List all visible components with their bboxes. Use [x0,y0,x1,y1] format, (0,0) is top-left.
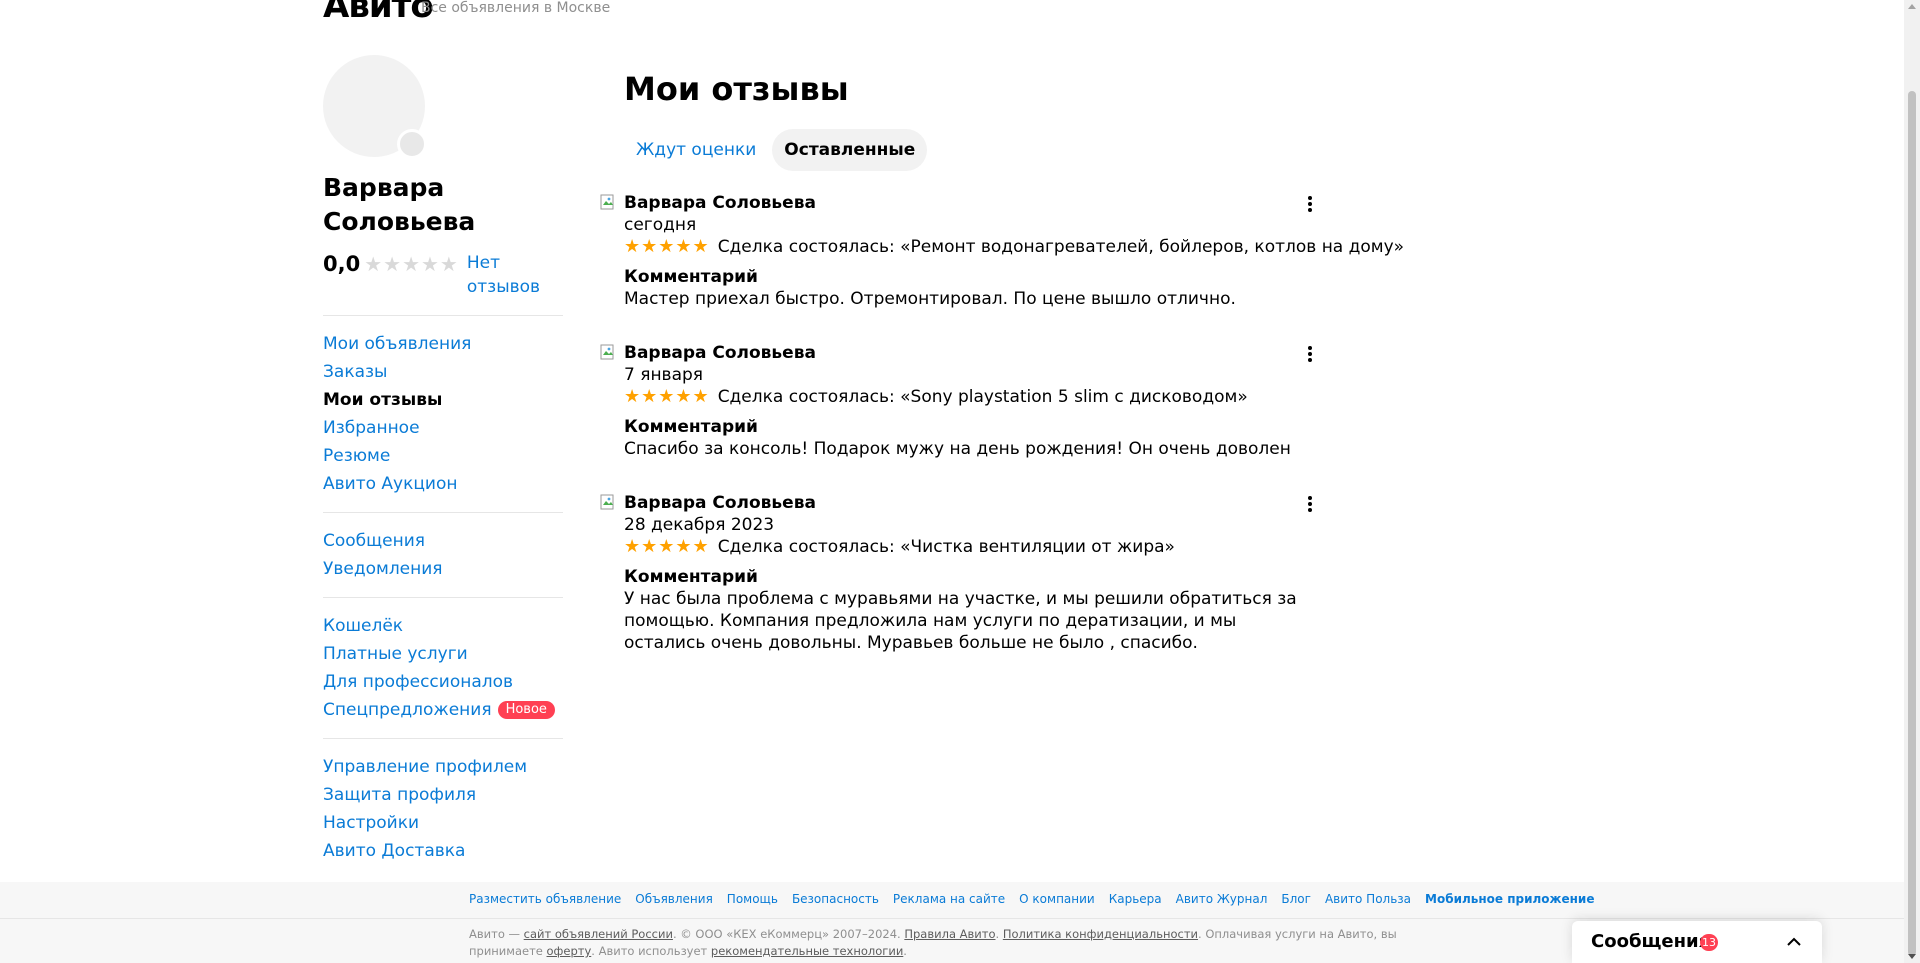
rating-stars-icon: ★★★★★ [624,236,710,257]
no-reviews-link[interactable]: Нет отзывов [467,251,547,299]
legal-text: Авито — [469,927,524,941]
review-deal-row: ★★★★★ Сделка состоялась: «Чистка вентиля… [624,536,1175,558]
nav-group-finance: Кошелёк Платные услуги Для профессионало… [323,597,563,724]
messenger-label: Сообщения [1591,931,1711,952]
review-author[interactable]: Варвара Соловьева [624,492,816,514]
review-author[interactable]: Варвара Соловьева [624,342,816,364]
header-logo[interactable]: Авито Все объявления в Москве [323,0,610,26]
header-location[interactable]: Все объявления в Москве [421,0,610,16]
more-options-icon[interactable] [1302,494,1318,514]
review-date: сегодня [624,215,697,235]
legal-text: . [995,927,1003,941]
sidebar-item-paid-services[interactable]: Платные услуги [323,640,563,668]
avatar[interactable] [323,55,427,159]
footer-link-ads[interactable]: Объявления [635,892,713,906]
rating-stars-icon: ★★★★★ [624,386,710,407]
sidebar-item-auction[interactable]: Авито Аукцион [323,470,563,498]
tab-awaiting[interactable]: Ждут оценки [624,129,768,171]
sidebar-item-my-ads[interactable]: Мои объявления [323,330,563,358]
sidebar-item-settings[interactable]: Настройки [323,809,563,837]
more-options-icon[interactable] [1302,344,1318,364]
review-comment: У нас была проблема с муравьями на участ… [624,589,1297,653]
rating-stars-icon: ★★★★★ [624,536,710,557]
reviews-tabs: Ждут оценки Оставленные [624,129,931,171]
legal-text: . © ООО «КЕХ еКоммерц» 2007–2024. [672,927,905,941]
rating-score: 0,0 [323,252,361,276]
comment-label: Комментарий [624,267,758,287]
legal-text: . [903,944,907,958]
review-deal: Сделка состоялась: «Чистка вентиляции от… [717,537,1175,557]
footer-link-security[interactable]: Безопасность [792,892,879,906]
footer-link-help[interactable]: Помощь [727,892,778,906]
chevron-up-icon[interactable] [1786,934,1802,950]
broken-image-icon [600,494,614,510]
review-deal: Сделка состоялась: «Sony playstation 5 s… [717,387,1248,407]
broken-image-icon [600,344,614,360]
footer-link-mobile-app[interactable]: Мобильное приложение [1425,892,1594,906]
sidebar-item-special-offers[interactable]: Спецпредложения Новое [323,696,563,724]
comment-label: Комментарий [624,567,758,587]
nav-group-main: Мои объявления Заказы Мои отзывы Избранн… [323,315,563,498]
sidebar-item-my-reviews[interactable]: Мои отзывы [323,386,563,414]
broken-image-icon [600,194,614,210]
scrollbar-thumb[interactable] [1908,91,1916,956]
page-scrollbar[interactable] [1904,0,1920,963]
review-date: 7 января [624,365,704,385]
sidebar-item-orders[interactable]: Заказы [323,358,563,386]
tab-left[interactable]: Оставленные [772,129,928,171]
messenger-widget[interactable]: Сообщения 13 [1572,921,1822,963]
legal-link-classifieds[interactable]: сайт объявлений России [524,927,673,941]
footer-link-benefit[interactable]: Авито Польза [1325,892,1411,906]
sidebar-item-favorites[interactable]: Избранное [323,414,563,442]
footer-link-journal[interactable]: Авито Журнал [1176,892,1268,906]
new-badge: Новое [497,701,555,719]
legal-link-offer[interactable]: оферту [547,944,592,958]
review-author[interactable]: Варвара Соловьева [624,192,816,214]
messenger-unread-count: 13 [1700,934,1718,951]
legal-text: . Авито использует [591,944,711,958]
page-title: Мои отзывы [624,70,849,108]
avatar-edit-badge[interactable] [397,129,427,159]
footer-link-post-ad[interactable]: Разместить объявление [469,892,621,906]
sidebar-item-wallet[interactable]: Кошелёк [323,612,563,640]
sidebar-item-professionals[interactable]: Для профессионалов [323,668,563,696]
special-offers-label: Спецпредложения [323,700,492,720]
footer-link-career[interactable]: Карьера [1109,892,1162,906]
profile-name: Варвара Соловьева [323,173,476,236]
comment-label: Комментарий [624,417,758,437]
legal-link-recommendations[interactable]: рекомендательные технологии [711,944,903,958]
sidebar-item-profile-protection[interactable]: Защита профиля [323,781,563,809]
profile-rating: 0,0 ★★★★★ Нет отзывов [323,251,563,299]
footer-link-advertising[interactable]: Реклама на сайте [893,892,1005,906]
review-date: 28 декабря 2023 [624,515,775,535]
rating-stars-icon: ★★★★★ [364,252,459,276]
footer-links: Разместить объявление Объявления Помощь … [469,892,1608,906]
sidebar-item-notifications[interactable]: Уведомления [323,555,563,583]
sidebar-item-resume[interactable]: Резюме [323,442,563,470]
footer-divider [0,918,1904,919]
footer-link-about[interactable]: О компании [1019,892,1095,906]
review-comment: Спасибо за консоль! Подарок мужу на день… [624,439,1291,459]
review-deal-row: ★★★★★ Сделка состоялась: «Ремонт водонаг… [624,236,1404,258]
sidebar-item-profile-management[interactable]: Управление профилем [323,753,563,781]
nav-group-messages: Сообщения Уведомления [323,512,563,583]
scroll-down-arrow-icon[interactable] [1908,954,1916,959]
nav-group-settings: Управление профилем Защита профиля Настр… [323,738,563,865]
review-comment: Мастер приехал быстро. Отремонтировал. П… [624,289,1236,309]
more-options-icon[interactable] [1302,194,1318,214]
logo-text: Авито [323,0,434,26]
review-deal: Сделка состоялась: «Ремонт водонагревате… [717,237,1405,257]
sidebar-item-delivery[interactable]: Авито Доставка [323,837,563,865]
footer-link-blog[interactable]: Блог [1281,892,1311,906]
legal-link-rules[interactable]: Правила Авито [904,927,995,941]
review-deal-row: ★★★★★ Сделка состоялась: «Sony playstati… [624,386,1248,408]
sidebar-item-messages[interactable]: Сообщения [323,527,563,555]
scroll-up-arrow-icon[interactable] [1908,4,1916,9]
legal-link-privacy[interactable]: Политика конфиденциальности [1003,927,1198,941]
footer-legal: Авито — сайт объявлений России. © ООО «К… [469,926,1429,960]
profile-sidebar: Варвара Соловьева 0,0 ★★★★★ Нет отзывов … [323,55,563,865]
